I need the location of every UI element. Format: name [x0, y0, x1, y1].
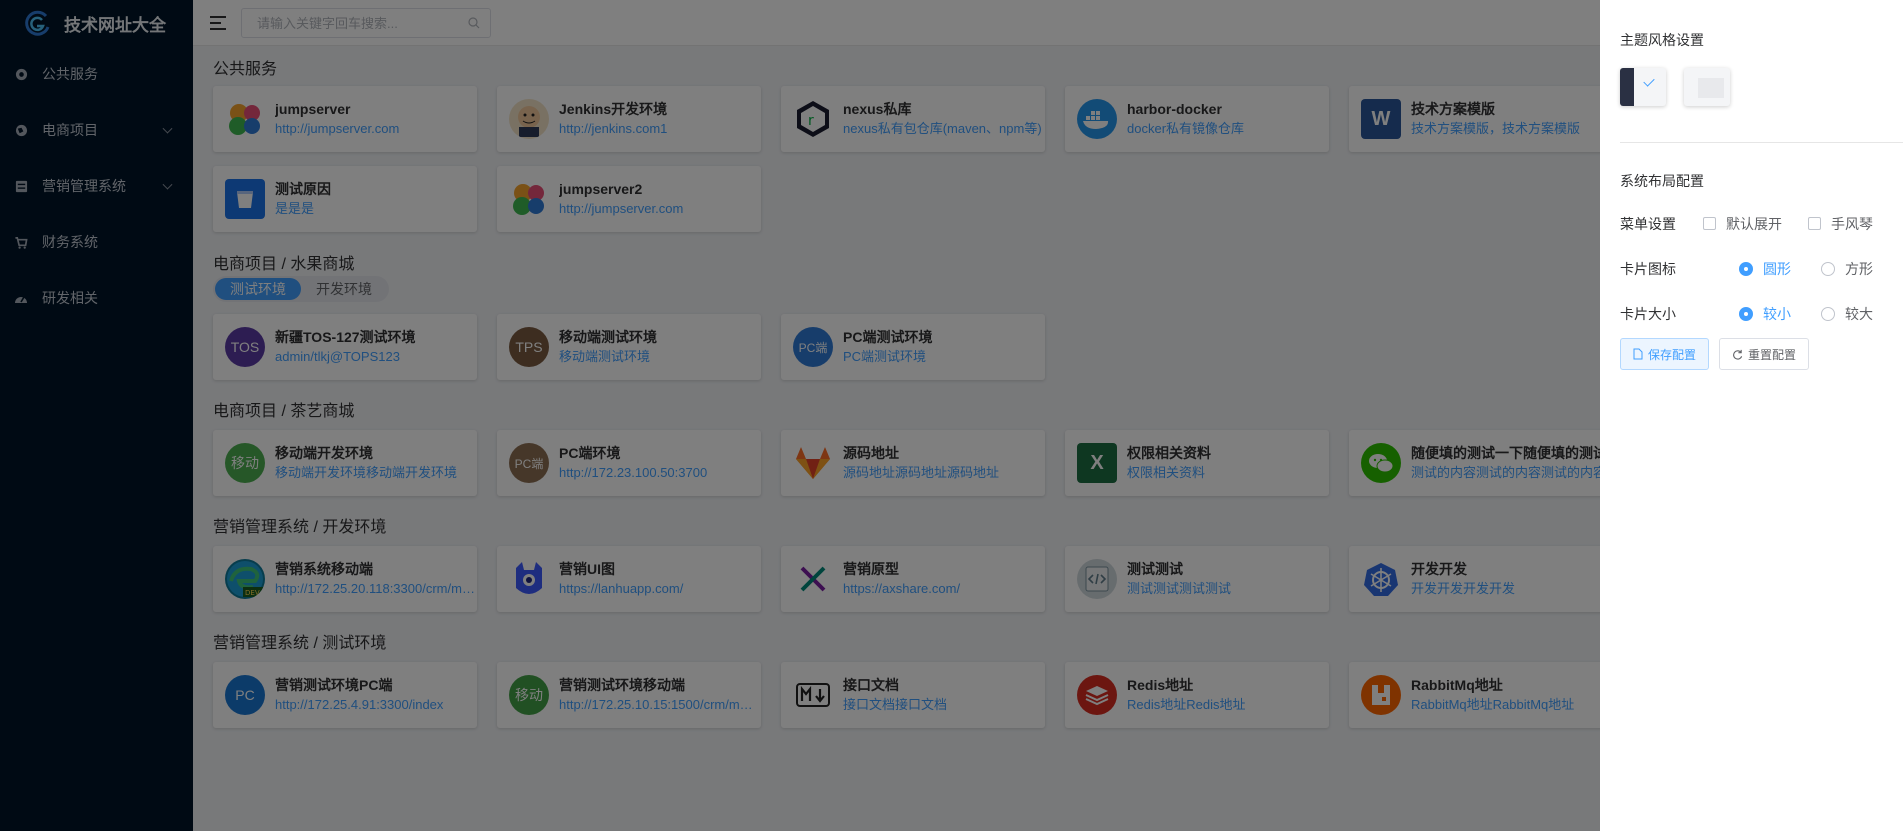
- theme-options: [1620, 68, 1903, 106]
- refresh-icon: [1733, 349, 1743, 360]
- card-icon-label: 卡片图标: [1620, 260, 1676, 277]
- theme-title: 主题风格设置: [1620, 32, 1704, 48]
- reset-config-button[interactable]: 重置配置: [1719, 338, 1810, 370]
- default-expand-checkbox[interactable]: 默认展开: [1703, 214, 1782, 234]
- menu-setting-label: 菜单设置: [1620, 215, 1676, 232]
- drawer-actions: 保存配置 重置配置: [1620, 338, 1903, 370]
- card-icon-row: 卡片图标 圆形 方形: [1620, 246, 1903, 291]
- divider: [1620, 142, 1903, 143]
- menu-setting-row: 菜单设置 默认展开 手风琴: [1620, 201, 1903, 246]
- card-size-row: 卡片大小 较小 较大: [1620, 291, 1903, 336]
- card-icon-circle-radio[interactable]: 圆形: [1739, 259, 1791, 279]
- card-icon-square-radio[interactable]: 方形: [1821, 259, 1873, 279]
- check-icon: [1643, 75, 1655, 87]
- layout-title: 系统布局配置: [1620, 173, 1704, 189]
- card-size-label: 卡片大小: [1620, 305, 1676, 322]
- theme-dark-option[interactable]: [1620, 68, 1666, 106]
- card-size-small-radio[interactable]: 较小: [1739, 304, 1791, 324]
- accordion-checkbox[interactable]: 手风琴: [1808, 214, 1873, 234]
- theme-light-option[interactable]: [1684, 68, 1730, 106]
- settings-drawer: 主题风格设置 系统布局配置 菜单设置 默认展开 手风琴 卡片图标 圆形 方形 卡…: [1600, 0, 1903, 831]
- document-icon: [1633, 348, 1643, 360]
- card-size-large-radio[interactable]: 较大: [1821, 304, 1873, 324]
- save-config-button[interactable]: 保存配置: [1620, 338, 1710, 370]
